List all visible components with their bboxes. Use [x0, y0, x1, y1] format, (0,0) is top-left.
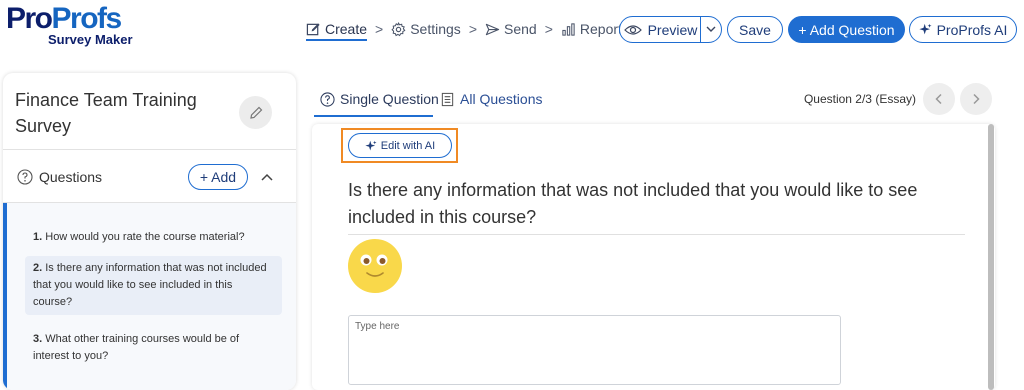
bar-chart-icon	[562, 22, 575, 36]
nav-separator: >	[544, 21, 553, 37]
divider	[348, 234, 965, 235]
survey-title: Finance Team Training Survey	[15, 90, 197, 136]
proprofs-ai-button[interactable]: ProProfs AI	[909, 16, 1017, 43]
sparkle-icon	[919, 23, 932, 35]
vertical-scrollbar[interactable]	[988, 124, 994, 390]
question-circle-icon	[320, 91, 335, 107]
question-list-item[interactable]: 3. What other training courses would be …	[25, 327, 282, 369]
main-nav: Create > Settings > Send > Reports	[306, 18, 629, 41]
survey-sidebar: Finance Team Training Survey Questions +…	[3, 73, 296, 390]
add-question-button[interactable]: + Add Question	[788, 16, 905, 43]
question-text[interactable]: Is there any information that was not in…	[348, 177, 948, 231]
sparkle-icon	[365, 140, 377, 150]
smiley-icon	[348, 239, 402, 293]
nav-separator: >	[468, 21, 477, 37]
send-icon	[485, 23, 500, 35]
question-circle-icon	[17, 169, 33, 185]
preview-label: Preview	[647, 21, 698, 38]
answer-text-area[interactable]	[348, 315, 841, 385]
question-number: 3.	[33, 333, 43, 345]
list-icon	[441, 92, 454, 106]
tab-single-question[interactable]: Single Question	[320, 91, 439, 107]
nav-settings-label: Settings	[410, 21, 461, 37]
active-tab-underline	[314, 115, 433, 117]
previous-question-button[interactable]	[923, 83, 955, 115]
chevron-left-icon	[935, 93, 942, 105]
tab-all-questions[interactable]: All Questions	[440, 91, 542, 107]
question-item-text: What other training courses would be of …	[33, 333, 240, 362]
edit-icon	[306, 22, 320, 35]
logo-wordmark: ProProfs	[6, 2, 122, 35]
nav-send[interactable]: Send	[485, 21, 537, 37]
question-list-item[interactable]: 1. How would you rate the course materia…	[25, 225, 282, 250]
add-question-small-button[interactable]: + Add	[188, 164, 248, 190]
nav-create-label: Create	[325, 21, 368, 37]
chevron-right-icon	[973, 93, 980, 105]
nav-settings[interactable]: Settings	[391, 21, 461, 37]
nav-separator: >	[375, 21, 384, 37]
nav-create[interactable]: Create	[306, 21, 368, 41]
edit-with-ai-button[interactable]: Edit with AI	[348, 133, 452, 158]
preview-divider	[700, 17, 701, 42]
question-list: 1. How would you rate the course materia…	[3, 203, 296, 390]
preview-button[interactable]: Preview	[619, 16, 722, 43]
top-header: ProProfs Survey Maker Create > Settings …	[0, 0, 1024, 62]
chevron-down-icon[interactable]	[705, 23, 717, 35]
nav-send-label: Send	[504, 21, 537, 37]
questions-heading: Questions	[39, 169, 103, 185]
eye-icon	[623, 24, 642, 35]
edit-title-button[interactable]	[239, 96, 272, 129]
next-question-button[interactable]	[960, 83, 992, 115]
divider	[3, 149, 296, 150]
gear-icon	[391, 21, 406, 36]
question-list-item-selected[interactable]: 2. Is there any information that was not…	[25, 256, 282, 315]
question-number: 2.	[33, 262, 43, 274]
proprofs-ai-label: ProProfs AI	[936, 21, 1008, 38]
edit-with-ai-label: Edit with AI	[380, 139, 436, 152]
tab-single-label: Single Question	[340, 91, 439, 107]
question-list-accent-bar	[3, 203, 7, 390]
pencil-icon	[249, 106, 262, 119]
question-number: 1.	[33, 231, 43, 243]
question-item-text: How would you rate the course material?	[45, 231, 245, 243]
proprofs-logo[interactable]: ProProfs Survey Maker	[6, 2, 133, 48]
save-button[interactable]: Save	[727, 16, 783, 43]
question-item-text: Is there any information that was not in…	[33, 262, 267, 308]
logo-subtitle: Survey Maker	[48, 32, 133, 47]
chevron-up-icon[interactable]	[260, 170, 274, 184]
question-counter: Question 2/3 (Essay)	[803, 92, 916, 106]
tab-all-label: All Questions	[460, 91, 543, 107]
